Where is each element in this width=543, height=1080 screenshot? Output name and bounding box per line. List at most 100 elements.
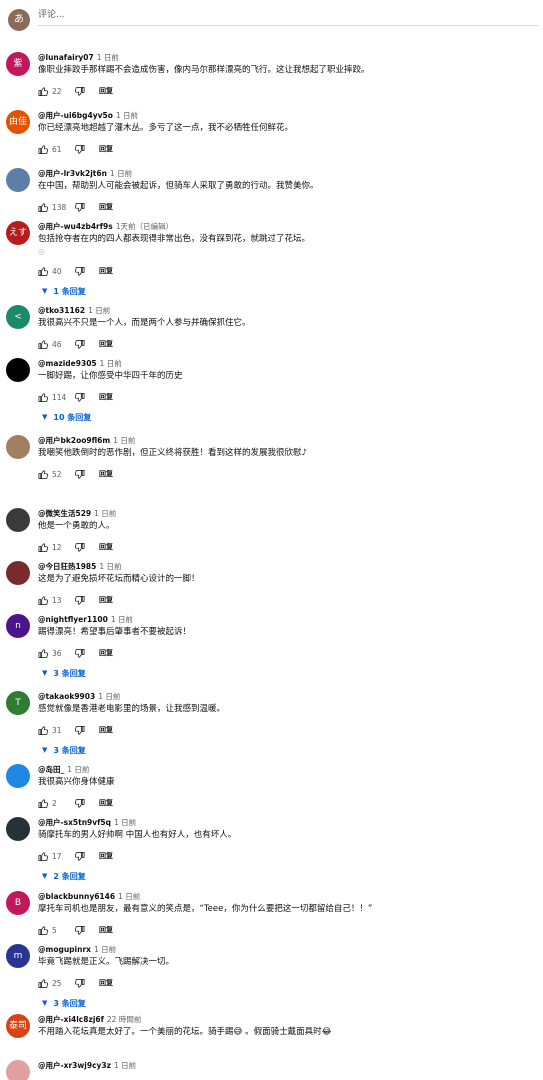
comment-author[interactable]: @用户-lr3vk2jt6n (38, 169, 107, 178)
comment-emoji: ◎ (38, 247, 45, 256)
comment-meta: @用户-wu4zb4rf9s 1天前（已编辑） (38, 221, 538, 232)
commenter-avatar[interactable] (6, 764, 30, 788)
comment-time[interactable]: 1 日前 (114, 818, 136, 827)
commenter-avatar[interactable] (6, 1060, 30, 1080)
comment-meta: @用户-ui6bg4yv5o 1 日前 (38, 110, 538, 121)
comment-text: 在中国，帮助别人可能会被起诉，但骑车人采取了勇敢的行动。我赞美你。 (38, 181, 319, 191)
like-icon[interactable] (38, 469, 49, 480)
comment-input[interactable]: 评论... (38, 8, 538, 26)
like-icon[interactable] (38, 86, 49, 97)
comment-time[interactable]: 1 日前 (116, 111, 138, 120)
comment-author[interactable]: @nightflyer1100 (38, 615, 108, 624)
comment-meta: @nightflyer1100 1 日前 (38, 614, 538, 625)
like-icon[interactable] (38, 144, 49, 155)
comment-author[interactable]: @用户-sx5tn9vf5q (38, 818, 111, 827)
comment-time[interactable]: 1 日前 (67, 765, 89, 774)
commenter-avatar[interactable]: えす (6, 221, 30, 245)
commenter-avatar[interactable] (6, 817, 30, 841)
dislike-icon[interactable] (74, 469, 85, 480)
commenter-avatar[interactable]: T (6, 691, 30, 715)
comment-time[interactable]: 1天前（已编辑） (116, 222, 173, 231)
comment-author[interactable]: @lunafairy07 (38, 53, 94, 62)
reply-button[interactable]: 回复 (99, 86, 113, 96)
reply-button[interactable]: 回复 (99, 469, 113, 479)
comment-item: 紫 @lunafairy07 1 日前 像职业摔跤手那样踢不会造成伤害，像内马尔那样漂… (0, 40, 543, 98)
commenter-avatar[interactable]: < (6, 305, 30, 329)
comment-time[interactable]: 1 日前 (100, 359, 122, 368)
like-icon[interactable] (38, 266, 49, 277)
comment-time[interactable]: 1 日前 (98, 692, 120, 701)
dislike-icon[interactable] (74, 978, 85, 989)
like-count: 61 (52, 144, 62, 154)
reply-button[interactable]: 回复 (99, 851, 113, 861)
commenter-avatar[interactable]: n (6, 614, 30, 638)
comment-text: 感觉就像是香港老电影里的场景，让我感到温暖。 (38, 704, 226, 714)
comment-author[interactable]: @用户bk2oo9fl6m (38, 436, 110, 445)
comment-actions: 36 回复 (38, 644, 538, 662)
comment-author[interactable]: @用户-xi4lc8zj6f (38, 1015, 104, 1024)
commenter-avatar[interactable] (6, 168, 30, 192)
comment-text: 摩托车司机也是朋友，最有意义的笑点是，“Teee，你为什么要把这一切都留给自己！… (38, 904, 373, 914)
comment-time[interactable]: 1 日前 (111, 615, 133, 624)
commenter-avatar[interactable]: 紫 (6, 52, 30, 76)
commenter-avatar[interactable]: B (6, 891, 30, 915)
like-icon[interactable] (38, 978, 49, 989)
comment-item: @用户-xr3wj9cy3z 1 日前 (0, 1048, 543, 1080)
dislike-icon[interactable] (74, 392, 85, 403)
comment-author[interactable]: @mazide9305 (38, 359, 97, 368)
comment-author[interactable]: @用户-xr3wj9cy3z (38, 1061, 111, 1070)
like-icon[interactable] (38, 392, 49, 403)
comment-time[interactable]: 22 時間前 (107, 1015, 141, 1024)
commenter-avatar[interactable]: 由佳 (6, 110, 30, 134)
reply-button[interactable]: 回复 (99, 978, 113, 988)
comment-author[interactable]: @今日狂热1985 (38, 562, 96, 571)
dislike-icon[interactable] (74, 86, 85, 97)
like-count: 31 (52, 725, 62, 735)
dislike-icon[interactable] (74, 725, 85, 736)
reply-button[interactable]: 回复 (99, 648, 113, 658)
dislike-icon[interactable] (74, 851, 85, 862)
dislike-icon[interactable] (74, 144, 85, 155)
comment-author[interactable]: @用户-wu4zb4rf9s (38, 222, 113, 231)
like-icon[interactable] (38, 851, 49, 862)
comment-author[interactable]: @岛田_ (38, 765, 64, 774)
comment-meta: @tko31162 1 日前 (38, 305, 538, 316)
commenter-avatar[interactable] (6, 508, 30, 532)
comment-body: @用户-xr3wj9cy3z 1 日前 (38, 1060, 538, 1071)
comment-time[interactable]: 1 日前 (97, 53, 119, 62)
commenter-avatar[interactable]: m (6, 944, 30, 968)
comment-time[interactable]: 1 日前 (94, 945, 116, 954)
comment-time[interactable]: 1 日前 (99, 562, 121, 571)
comment-time[interactable]: 1 日前 (113, 436, 135, 445)
commenter-avatar[interactable] (6, 561, 30, 585)
dislike-icon[interactable] (74, 648, 85, 659)
commenter-avatar[interactable] (6, 358, 30, 382)
comment-time[interactable]: 1 日前 (118, 892, 140, 901)
dislike-icon[interactable] (74, 266, 85, 277)
comment-time[interactable]: 1 日前 (94, 509, 116, 518)
reply-button[interactable]: 回复 (99, 725, 113, 735)
reply-button[interactable]: 回复 (99, 392, 113, 402)
like-icon[interactable] (38, 725, 49, 736)
comment-author[interactable]: @mogupinrx (38, 945, 91, 954)
comment-author[interactable]: @用户-ui6bg4yv5o (38, 111, 113, 120)
reply-button[interactable]: 回复 (99, 144, 113, 154)
comment-author[interactable]: @tko31162 (38, 306, 85, 315)
comment-time[interactable]: 1 日前 (88, 306, 110, 315)
comment-meta: @mogupinrx 1 日前 (38, 944, 538, 955)
like-count: 36 (52, 648, 62, 658)
comment-time[interactable]: 1 日前 (114, 1061, 136, 1070)
comment-author[interactable]: @takaok9903 (38, 692, 95, 701)
comment-time[interactable]: 1 日前 (110, 169, 132, 178)
reply-button[interactable]: 回复 (99, 266, 113, 276)
view-replies-button[interactable]: ▼ 3 条回复 (38, 666, 538, 680)
like-icon[interactable] (38, 648, 49, 659)
comment-author[interactable]: @blackbunny6146 (38, 892, 115, 901)
commenter-avatar[interactable] (6, 435, 30, 459)
comment-item: @用户-lr3vk2jt6n 1 日前在中国，帮助别人可能会被起诉，但骑车人采取了… (0, 156, 543, 209)
comment-item: n @nightflyer1100 1 日前 踢得漂亮！希望事后肇事者不要被起诉！ 36… (0, 602, 543, 679)
comment-author[interactable]: @微笑生活529 (38, 509, 91, 518)
view-replies-button[interactable]: ▼ 10 条回复 (38, 410, 538, 424)
like-count: 52 (52, 469, 62, 479)
commenter-avatar[interactable]: 泰司 (6, 1014, 30, 1038)
